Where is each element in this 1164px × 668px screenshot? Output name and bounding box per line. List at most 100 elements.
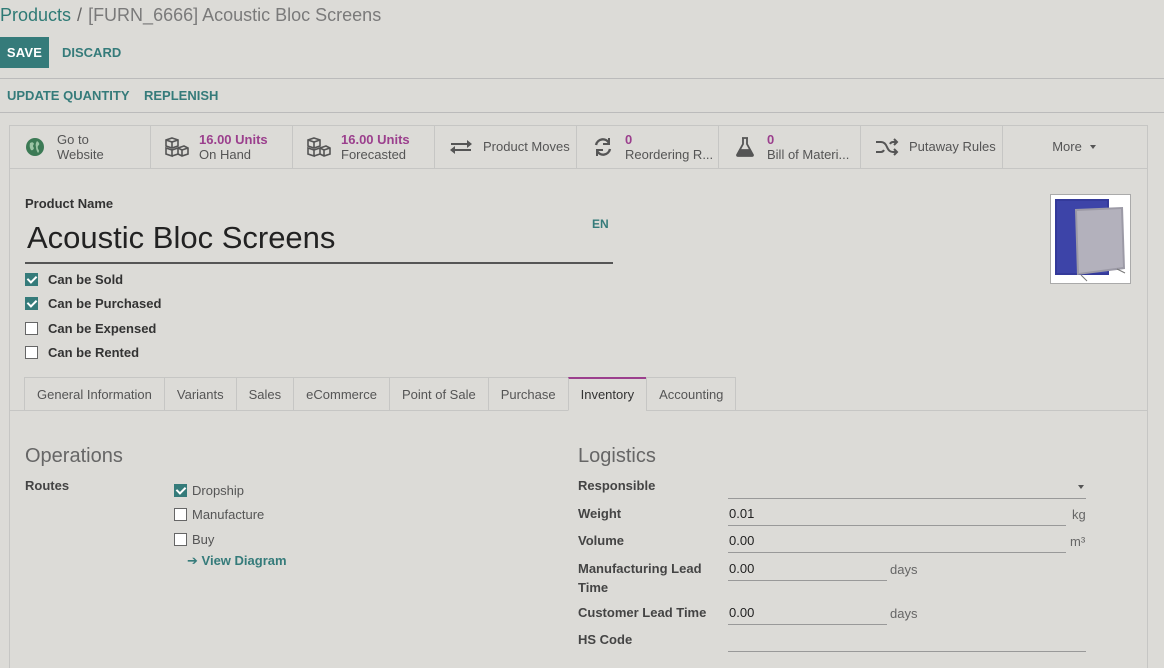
routes-label: Routes xyxy=(25,478,70,493)
operations-heading: Operations xyxy=(25,445,123,467)
routes-list: Dropship Manufacture Buy xyxy=(174,478,264,551)
route-label: Manufacture xyxy=(192,507,265,522)
language-button[interactable]: EN xyxy=(592,217,609,231)
stat-line2: On Hand xyxy=(199,146,252,162)
product-name-label: Product Name xyxy=(25,196,114,211)
stat-line1: Product Moves xyxy=(483,139,570,154)
checkbox-label: Can be Rented xyxy=(48,345,140,360)
putaway-rules-button[interactable]: Putaway Rules xyxy=(861,125,1003,168)
can-be-rented-checkbox[interactable]: Can be Rented xyxy=(25,345,139,360)
manufacturing-lead-time-label: Manufacturing Lead Time xyxy=(578,559,702,597)
breadcrumb-separator: / xyxy=(77,5,83,25)
checkbox-checked[interactable] xyxy=(25,273,38,286)
route-dropship[interactable]: Dropship xyxy=(174,478,264,502)
cubes-icon xyxy=(305,135,333,159)
hs-code-label: HS Code xyxy=(578,632,633,647)
checkbox-unchecked[interactable] xyxy=(174,532,187,546)
checkbox-checked[interactable] xyxy=(25,297,38,310)
checkbox-checked[interactable] xyxy=(174,483,187,497)
cubes-icon xyxy=(163,135,191,159)
arrow-right-icon: ➔ xyxy=(187,553,202,568)
breadcrumb-products-link[interactable]: Products xyxy=(0,5,71,25)
hs-code-input[interactable] xyxy=(728,628,1086,652)
caret-down-icon xyxy=(1078,484,1084,489)
checkbox-label: Can be Purchased xyxy=(48,296,162,311)
volume-input[interactable]: 0.00 xyxy=(728,529,1066,553)
exchange-icon xyxy=(447,135,475,159)
manufacturing-lead-time-unit: days xyxy=(890,562,918,577)
logistics-heading: Logistics xyxy=(578,445,656,467)
tab-point-of-sale[interactable]: Point of Sale xyxy=(388,377,488,411)
customer-lead-time-label: Customer Lead Time xyxy=(578,605,707,620)
divider xyxy=(0,112,1164,113)
go-to-website-button[interactable]: Go to Website xyxy=(9,125,151,168)
checkbox-label: Can be Expensed xyxy=(48,321,157,336)
view-diagram-link[interactable]: ➔ View Diagram xyxy=(187,553,287,569)
tab-ecommerce[interactable]: eCommerce xyxy=(293,377,389,411)
tab-inventory[interactable]: Inventory xyxy=(567,377,647,411)
breadcrumb-current: [FURN_6666] Acoustic Bloc Screens xyxy=(88,5,382,25)
bill-of-materials-button[interactable]: 0 Bill of Materi... xyxy=(719,125,861,168)
forecasted-button[interactable]: 16.00 Units Forecasted xyxy=(293,125,435,168)
product-image[interactable] xyxy=(1050,194,1131,284)
tab-general-information[interactable]: General Information xyxy=(24,377,164,411)
random-icon xyxy=(873,135,901,159)
stat-line1: Go to xyxy=(57,131,89,147)
notebook-tabs: General Information Variants Sales eComm… xyxy=(24,377,737,411)
volume-unit: m³ xyxy=(1070,534,1086,549)
label-line: Time xyxy=(578,580,609,595)
globe-icon xyxy=(21,135,49,159)
flask-icon xyxy=(731,135,759,159)
discard-button[interactable]: DISCARD xyxy=(62,37,121,68)
breadcrumb: Products / [FURN_6666] Acoustic Bloc Scree… xyxy=(0,5,381,26)
checkbox-unchecked[interactable] xyxy=(174,508,187,521)
stat-line2: Forecasted xyxy=(341,146,407,162)
weight-unit: kg xyxy=(1072,507,1086,522)
forecasted-quantity: 16.00 Units xyxy=(341,131,410,147)
manufacturing-lead-time-input[interactable]: 0.00 xyxy=(728,557,887,581)
product-name-input[interactable]: Acoustic Bloc Screens xyxy=(25,219,613,264)
caret-down-icon xyxy=(1089,144,1096,149)
refresh-icon xyxy=(589,135,617,159)
responsible-select[interactable] xyxy=(728,475,1086,499)
view-diagram-label: View Diagram xyxy=(201,553,287,568)
replenish-button[interactable]: REPLENISH xyxy=(144,80,218,111)
reordering-count: 0 xyxy=(625,131,633,147)
divider xyxy=(0,78,1164,79)
stat-line2: Website xyxy=(57,146,104,162)
checkbox-unchecked[interactable] xyxy=(25,346,38,359)
on-hand-quantity: 16.00 Units xyxy=(199,131,268,147)
save-button[interactable]: SAVE xyxy=(0,37,49,68)
customer-lead-time-input[interactable]: 0.00 xyxy=(728,601,887,625)
tab-variants[interactable]: Variants xyxy=(163,377,236,411)
stat-line2: Bill of Materi... xyxy=(767,146,850,162)
stat-line2: Reordering R... xyxy=(625,146,714,162)
update-quantity-button[interactable]: UPDATE QUANTITY xyxy=(7,80,130,111)
tab-accounting[interactable]: Accounting xyxy=(646,377,737,411)
weight-input[interactable]: 0.01 xyxy=(728,502,1066,526)
can-be-sold-checkbox[interactable]: Can be Sold xyxy=(25,272,123,287)
volume-label: Volume xyxy=(578,533,624,548)
checkbox-label: Can be Sold xyxy=(48,272,124,287)
can-be-expensed-checkbox[interactable]: Can be Expensed xyxy=(25,321,156,336)
responsible-label: Responsible xyxy=(578,478,656,493)
more-label: More xyxy=(1052,139,1082,154)
product-moves-button[interactable]: Product Moves xyxy=(435,125,577,168)
route-label: Dropship xyxy=(192,482,245,498)
checkbox-unchecked[interactable] xyxy=(25,322,38,335)
smart-buttons-bar: Go to Website 16.00 Units On Hand 16.00 … xyxy=(9,125,1148,169)
label-line: Manufacturing Lead xyxy=(578,561,702,576)
tab-sales[interactable]: Sales xyxy=(235,377,294,411)
reordering-rules-button[interactable]: 0 Reordering R... xyxy=(577,125,719,168)
can-be-purchased-checkbox[interactable]: Can be Purchased xyxy=(25,296,161,311)
route-label: Buy xyxy=(192,531,215,547)
on-hand-button[interactable]: 16.00 Units On Hand xyxy=(151,125,293,168)
more-button[interactable]: More xyxy=(1003,125,1145,168)
stat-line1: Putaway Rules xyxy=(909,139,996,154)
bom-count: 0 xyxy=(767,131,775,147)
customer-lead-time-unit: days xyxy=(890,606,918,621)
route-manufacture[interactable]: Manufacture xyxy=(174,502,264,527)
tab-purchase[interactable]: Purchase xyxy=(487,377,568,411)
route-buy[interactable]: Buy xyxy=(174,527,264,551)
weight-label: Weight xyxy=(578,506,622,521)
